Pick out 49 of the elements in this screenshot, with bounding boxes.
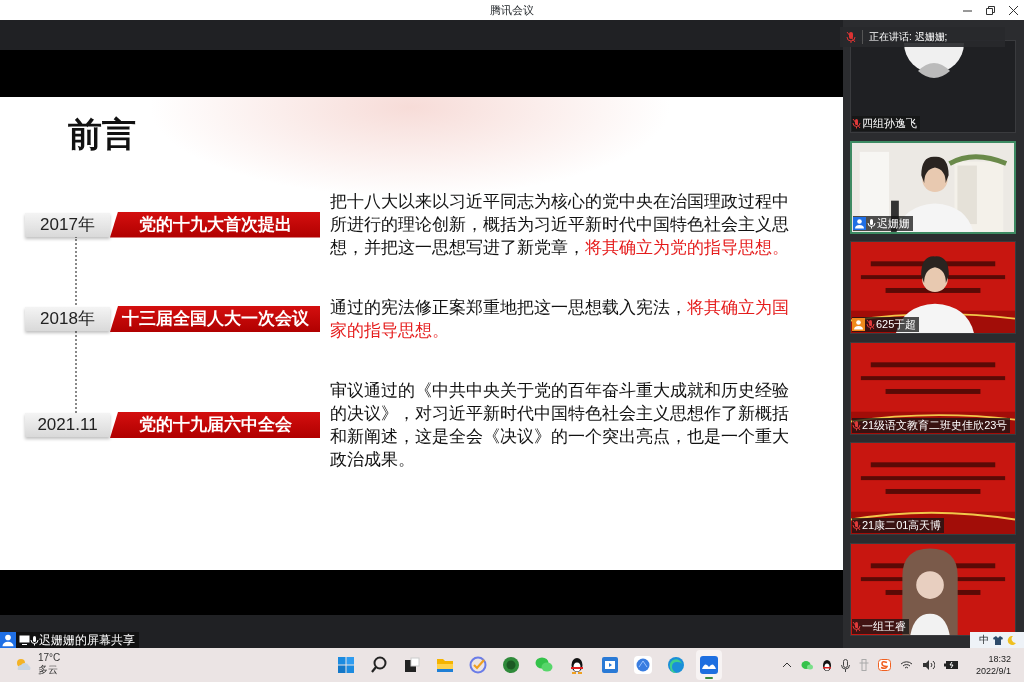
restore-icon[interactable]	[986, 5, 995, 15]
year-label: 2021.11	[25, 413, 110, 437]
temperature: 17°C	[38, 652, 61, 664]
checkmark-icon	[468, 655, 488, 675]
input-method-icon[interactable]	[859, 659, 869, 671]
year-label: 2017年	[25, 212, 110, 237]
mic-icon	[30, 634, 39, 646]
volume-icon[interactable]	[922, 660, 935, 670]
sogou-icon[interactable]	[878, 659, 891, 671]
meeting-icon	[699, 655, 719, 675]
year-label: 2018年	[25, 307, 110, 331]
clock-time: 18:32	[987, 653, 1012, 665]
window-title: 腾讯会议	[490, 3, 534, 18]
event-label: 十三届全国人大一次会议	[110, 306, 320, 332]
slide-heading: 前言	[68, 115, 137, 155]
penguin-icon[interactable]	[822, 658, 832, 672]
search-icon	[369, 655, 389, 675]
paragraph: 通过的宪法修正案郑重地把这一思想载入宪法，将其确立为国家的指导思想。	[330, 297, 790, 342]
paragraph: 把十八大以来以习近平同志为核心的党中央在治国理政过程中所进行的理论创新，概括为习近平新时代中国特色社会主义思想，并把这一思想写进了新党章，将其确立为党的指导思想。	[330, 191, 790, 259]
ime-toolbar[interactable]: 中	[970, 632, 1024, 648]
event-label: 党的十九届六中全会	[110, 412, 320, 438]
video-player-icon	[600, 655, 620, 675]
participant-name: 四组孙逸飞	[862, 116, 917, 131]
screen-icon	[19, 635, 30, 645]
battery-icon[interactable]	[944, 660, 959, 670]
window-icon	[402, 655, 422, 675]
wifi-icon[interactable]	[900, 660, 913, 670]
participant-name: 21康二01高天博	[862, 518, 942, 533]
microphone-icon[interactable]	[841, 658, 850, 672]
paragraph: 审议通过的《中共中央关于党的百年奋斗重大成就和历史经验的决议》，对习近平新时代中国特色社会主义思想作了新概括和新阐述，这是全会《决议》的一个突出亮点，也是一个重大政治成果。	[330, 380, 790, 471]
participant-name: 迟姗姗	[877, 215, 910, 231]
muted-mic-icon	[846, 31, 856, 43]
share-label: 迟姗姗的屏幕共享	[39, 632, 135, 648]
close-icon[interactable]	[1009, 5, 1018, 15]
speaking-text: 正在讲话: 迟姗姗;	[869, 30, 948, 44]
edge-icon	[666, 655, 686, 675]
participant-name: 21级语文教育二班史佳欣23号	[862, 417, 1008, 433]
shirt-icon	[992, 635, 1003, 645]
participant-name: 一组王睿	[862, 618, 906, 634]
participant-name: 625于超	[876, 317, 917, 332]
moon-icon	[1006, 635, 1016, 645]
ball-icon	[501, 655, 521, 675]
start-icon	[336, 655, 356, 675]
weather-condition: 多云	[38, 664, 59, 676]
globe-icon	[633, 655, 653, 675]
ime-mode: 中	[978, 633, 989, 647]
event-label: 党的十九大首次提出	[110, 211, 320, 238]
chevron-up-icon[interactable]	[782, 662, 792, 668]
clock-date: 2022/9/1	[976, 665, 1012, 677]
